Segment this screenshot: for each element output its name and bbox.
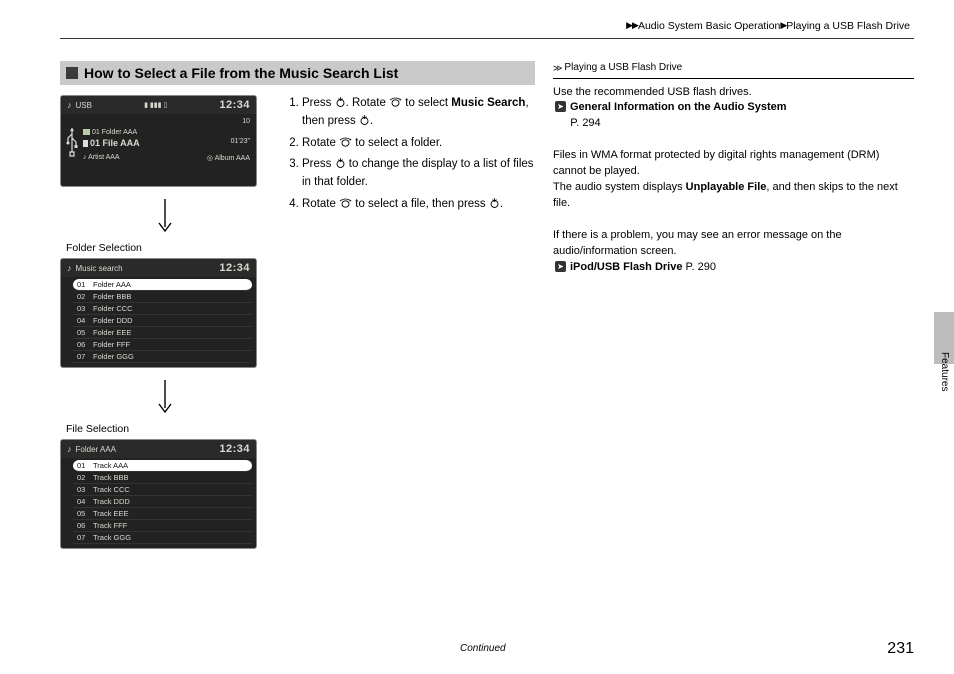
chapter-tab-label: Features xyxy=(939,352,950,391)
triangle-icon: ▶▶ xyxy=(626,20,638,30)
side-note-heading: ≫Playing a USB Flash Drive xyxy=(553,61,914,79)
list-row: 04Folder DDD xyxy=(73,315,252,327)
list-row: 01Folder AAA xyxy=(73,279,252,291)
step-4: Rotate to select a file, then press . xyxy=(302,196,535,214)
screen-title: Folder AAA xyxy=(76,445,116,454)
track-number: 10 xyxy=(242,118,250,125)
side-notes: ≫Playing a USB Flash Drive Use the recom… xyxy=(553,61,914,555)
square-bullet-icon xyxy=(66,67,78,79)
note-text: The audio system displays Unplayable Fil… xyxy=(553,180,914,212)
cross-reference: ➤General Information on the Audio System… xyxy=(555,100,914,132)
continued-label: Continued xyxy=(460,643,506,654)
step-1: Press . Rotate to select Music Search, t… xyxy=(302,95,535,131)
section-title-text: How to Select a File from the Music Sear… xyxy=(84,65,398,81)
list-row: 01Track AAA xyxy=(73,460,252,472)
file-name: 01 File AAA xyxy=(90,138,140,148)
screenshot-usb-playback: ♪USB ▮ ▮▮▮ ▯ 12:34 10 01 Folder AAA 01 F… xyxy=(60,95,257,187)
page-ref: P. 290 xyxy=(686,261,716,273)
folder-icon xyxy=(83,129,90,135)
music-note-icon: ♪ xyxy=(67,444,72,454)
file-icon xyxy=(83,140,88,147)
usb-icon xyxy=(66,128,78,158)
push-knob-icon xyxy=(335,157,346,168)
clock-display: 12:34 xyxy=(219,443,250,455)
link-icon: ➤ xyxy=(555,261,566,272)
cross-reference: ➤iPod/USB Flash Drive P. 290 xyxy=(555,260,914,276)
list-row: 02Folder BBB xyxy=(73,291,252,303)
breadcrumb-seg2: Playing a USB Flash Drive xyxy=(786,20,910,32)
screenshot-folder-list: ♪ Music search 12:34 01Folder AAA02Folder… xyxy=(60,258,257,368)
list-row: 05Folder EEE xyxy=(73,327,252,339)
list-row: 07Track GGG xyxy=(73,532,252,544)
step-3: Press to change the display to a list of… xyxy=(302,156,535,192)
link-icon: ➤ xyxy=(555,101,566,112)
note-text: If there is a problem, you may see an er… xyxy=(553,228,914,260)
clock-display: 12:34 xyxy=(219,99,250,111)
album-name: Album AAA xyxy=(215,155,250,162)
folder-list: 01Folder AAA02Folder BBB03Folder CCC04Fo… xyxy=(61,277,256,367)
rotate-knob-icon xyxy=(339,198,352,208)
music-note-icon: ♪ xyxy=(67,263,72,273)
push-knob-icon xyxy=(489,197,500,208)
rotate-knob-icon xyxy=(389,97,402,107)
list-row: 04Track DDD xyxy=(73,496,252,508)
list-row: 05Track EEE xyxy=(73,508,252,520)
music-note-icon: ♪ xyxy=(67,100,72,110)
step-2: Rotate to select a folder. xyxy=(302,135,535,153)
list-row: 07Folder GGG xyxy=(73,351,252,363)
folder-name: 01 Folder AAA xyxy=(92,129,137,136)
screen-title: Music search xyxy=(76,264,123,273)
manual-page: ▶▶Audio System Basic Operation▶Playing a… xyxy=(0,0,954,674)
folder-selection-caption: Folder Selection xyxy=(66,242,270,254)
breadcrumb-seg1: Audio System Basic Operation xyxy=(638,20,780,32)
file-selection-caption: File Selection xyxy=(66,423,270,435)
list-row: 06Track FFF xyxy=(73,520,252,532)
double-triangle-icon: ≫ xyxy=(553,62,560,75)
note-text: Files in WMA format protected by digital… xyxy=(553,148,914,180)
arrow-down-icon xyxy=(60,374,270,421)
rotate-knob-icon xyxy=(339,137,352,147)
breadcrumb: ▶▶Audio System Basic Operation▶Playing a… xyxy=(60,20,914,39)
page-ref: P. 294 xyxy=(570,117,600,129)
duration: 01'23" xyxy=(231,138,250,148)
section-title: How to Select a File from the Music Sear… xyxy=(60,61,535,85)
arrow-down-icon xyxy=(60,193,270,240)
list-row: 06Folder FFF xyxy=(73,339,252,351)
list-row: 03Track CCC xyxy=(73,484,252,496)
list-row: 03Folder CCC xyxy=(73,303,252,315)
push-knob-icon xyxy=(359,114,370,125)
page-number: 231 xyxy=(887,640,914,658)
artist-name: Artist AAA xyxy=(88,154,120,161)
screenshot-file-list: ♪ Folder AAA 12:34 01Track AAA02Track BBB… xyxy=(60,439,257,549)
push-knob-icon xyxy=(335,96,346,107)
note-text: Use the recommended USB flash drives. xyxy=(553,85,914,101)
source-label: USB xyxy=(76,101,92,110)
file-list: 01Track AAA02Track BBB03Track CCC04Track… xyxy=(61,458,256,548)
instructions: Press . Rotate to select Music Search, t… xyxy=(270,95,535,555)
clock-display: 12:34 xyxy=(219,262,250,274)
list-row: 02Track BBB xyxy=(73,472,252,484)
